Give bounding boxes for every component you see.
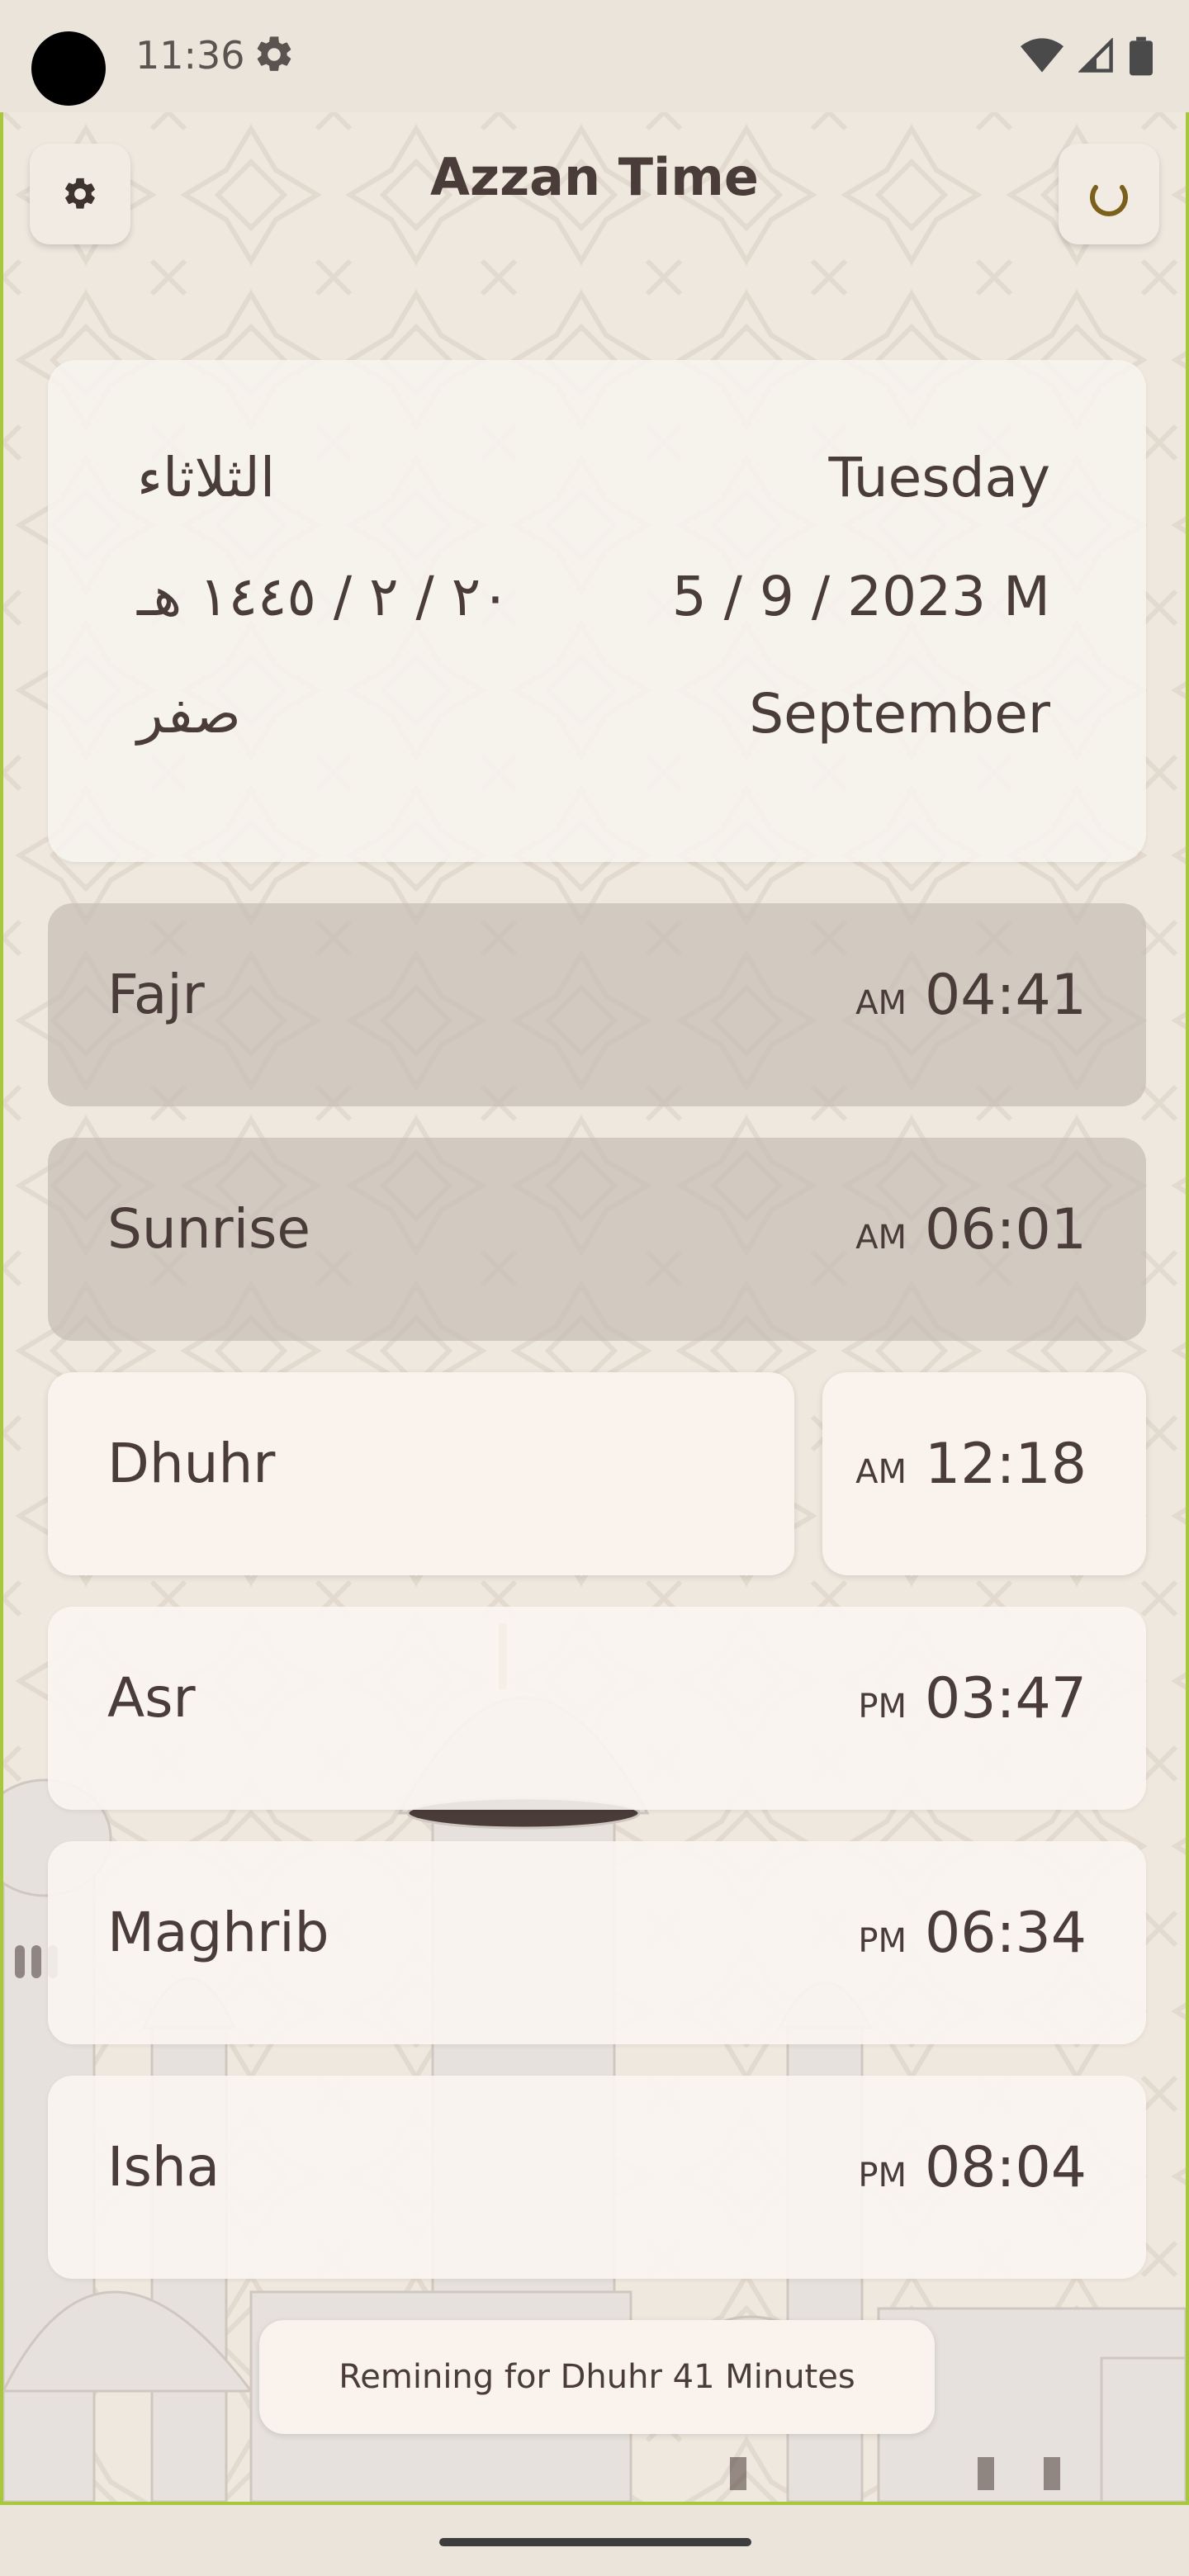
remaining-time-toast: Remining for Dhuhr 41 Minutes [259,2320,935,2434]
app-screen: Azzan Time Tuesday الثلاثاء 5 / 9 / 2023… [0,112,1189,2505]
status-gear-icon [257,36,291,71]
prayer-clock: 12:18 [925,1432,1087,1497]
gesture-handle[interactable] [439,2538,751,2546]
prayer-time: AM 12:18 [855,1432,1087,1497]
day-arabic: الثلاثاء [137,446,276,509]
prayer-name: Fajr [107,963,205,1026]
day-english: Tuesday [828,446,1050,509]
prayer-time-dhuhr[interactable]: AM 12:18 [822,1372,1146,1575]
prayer-row-asr[interactable]: Asr PM 03:47 [48,1607,1146,1810]
refresh-spinner-icon [1090,185,1128,216]
page-title: Azzan Time [430,147,759,207]
refresh-button[interactable] [1059,144,1159,244]
prayer-name: Asr [107,1666,196,1730]
prayer-time: PM 06:34 [858,1901,1087,1966]
prayer-clock: 06:01 [925,1197,1087,1262]
camera-cutout [31,31,106,106]
prayer-period: PM [858,1922,907,1960]
hijri-date: ٢٠ / ٢ / ١٤٤٥ هـ [137,565,510,628]
month-english: September [749,682,1050,746]
prayer-row-isha[interactable]: Isha PM 08:04 [48,2076,1146,2279]
prayer-time: PM 08:04 [858,2135,1087,2200]
prayer-clock: 06:34 [925,1901,1087,1966]
prayer-row-maghrib[interactable]: Maghrib PM 06:34 [48,1841,1146,2044]
battery-icon [1130,36,1153,76]
prayer-period: PM [858,2157,907,2195]
prayer-clock: 08:04 [925,2135,1087,2200]
prayer-time: AM 04:41 [855,963,1087,1028]
prayer-row-dhuhr[interactable]: Dhuhr [48,1372,794,1575]
wifi-icon [1021,38,1063,73]
prayer-name: Maghrib [107,1901,329,1964]
status-bar: 11:36 [0,0,1189,112]
prayer-clock: 04:41 [925,963,1087,1028]
prayer-row-sunrise[interactable]: Sunrise AM 06:01 [48,1138,1146,1341]
prayer-name: Dhuhr [107,1432,276,1495]
prayer-time: PM 03:47 [858,1666,1087,1731]
prayer-time: AM 06:01 [855,1197,1087,1262]
prayer-row-fajr[interactable]: Fajr AM 04:41 [48,903,1146,1106]
gregorian-date: 5 / 9 / 2023 M [671,565,1050,628]
prayer-period: AM [855,1219,907,1257]
navigation-bar [0,2505,1189,2576]
status-time: 11:36 [135,33,245,78]
prayer-period: AM [855,984,907,1022]
prayer-name: Sunrise [107,1197,311,1261]
prayer-clock: 03:47 [925,1666,1087,1731]
date-card: Tuesday الثلاثاء 5 / 9 / 2023 M ٢٠ / ٢ /… [48,360,1146,862]
prayer-name: Isha [107,2135,220,2199]
month-arabic: صفر [137,682,241,746]
prayer-period: PM [858,1688,907,1726]
prayer-period: AM [855,1453,907,1491]
signal-icon [1078,38,1113,73]
